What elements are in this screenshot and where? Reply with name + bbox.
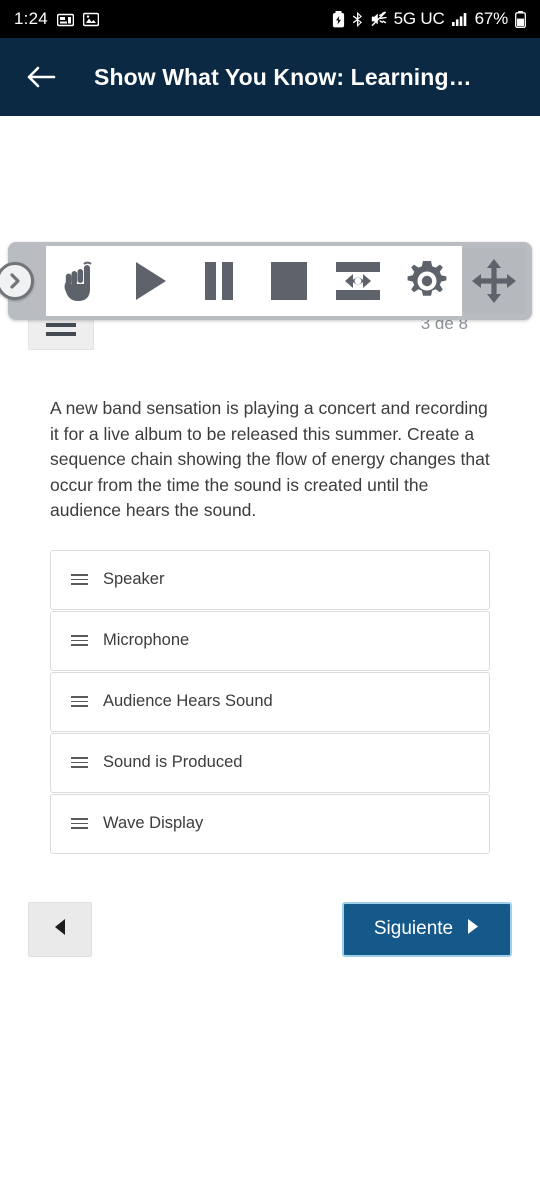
camera-notification-icon bbox=[56, 12, 74, 27]
move-arrows-icon[interactable] bbox=[462, 248, 526, 314]
network-type-label: 5G UC bbox=[393, 9, 445, 28]
battery-saver-icon bbox=[332, 10, 345, 28]
reading-mask-icon[interactable] bbox=[327, 248, 389, 314]
status-bar-left: 1:24 bbox=[14, 9, 99, 29]
drag-handle-icon[interactable] bbox=[67, 634, 91, 647]
page-body: 3 de 8 A new band sensation is playing a… bbox=[0, 116, 540, 1200]
status-bar: 1:24 5G UC 67% bbox=[0, 0, 540, 38]
next-button-label: Siguiente bbox=[373, 918, 454, 939]
accessibility-toolbar[interactable] bbox=[0, 242, 532, 320]
list-item-label: Audience Hears Sound bbox=[103, 692, 273, 710]
drag-handle-icon[interactable] bbox=[67, 756, 91, 769]
next-button[interactable]: Siguiente bbox=[342, 901, 512, 957]
list-item-label: Wave Display bbox=[103, 814, 204, 832]
list-item-label: Sound is Produced bbox=[103, 753, 243, 771]
tap-hand-icon[interactable] bbox=[50, 248, 112, 314]
list-item-label: Speaker bbox=[103, 570, 165, 588]
list-item[interactable]: Microphone bbox=[50, 610, 490, 671]
page-title: Show What You Know: Learning… bbox=[94, 63, 472, 90]
drag-handle-icon[interactable] bbox=[67, 695, 91, 708]
bluetooth-icon bbox=[352, 11, 364, 28]
navigation-row: Siguiente bbox=[28, 901, 512, 957]
content-card: A new band sensation is playing a concer… bbox=[0, 344, 540, 957]
question-prompt: A new band sensation is playing a concer… bbox=[50, 398, 490, 520]
previous-button[interactable] bbox=[28, 901, 92, 957]
stop-icon[interactable] bbox=[258, 248, 320, 314]
battery-icon bbox=[515, 10, 526, 28]
back-arrow-icon[interactable] bbox=[24, 60, 58, 94]
list-item[interactable]: Speaker bbox=[50, 549, 490, 610]
triangle-right-icon bbox=[465, 918, 480, 941]
status-bar-right: 5G UC 67% bbox=[332, 9, 526, 29]
phone-screen: 1:24 5G UC 67% Show What You Know: Learn… bbox=[0, 0, 540, 1200]
drag-handle-icon[interactable] bbox=[67, 573, 91, 586]
image-notification-icon bbox=[82, 12, 99, 27]
app-header: Show What You Know: Learning… bbox=[0, 38, 540, 116]
list-item[interactable]: Audience Hears Sound bbox=[50, 671, 490, 732]
sequence-list: Speaker Microphone Audience Hears Sound … bbox=[50, 549, 490, 854]
list-item-label: Microphone bbox=[103, 631, 190, 649]
gear-icon[interactable] bbox=[396, 248, 458, 314]
pause-icon[interactable] bbox=[188, 248, 250, 314]
triangle-left-icon bbox=[52, 918, 68, 941]
mute-icon bbox=[371, 11, 387, 27]
chevron-right-circle-icon[interactable] bbox=[0, 262, 34, 300]
accessibility-toolbar-buttons bbox=[46, 246, 462, 316]
list-item[interactable]: Wave Display bbox=[50, 793, 490, 854]
battery-percent-label: 67% bbox=[474, 9, 509, 28]
status-bar-clock: 1:24 bbox=[14, 9, 48, 28]
list-item[interactable]: Sound is Produced bbox=[50, 732, 490, 793]
drag-handle-icon[interactable] bbox=[67, 817, 91, 830]
signal-bars-icon bbox=[451, 12, 468, 26]
play-icon[interactable] bbox=[119, 248, 181, 314]
